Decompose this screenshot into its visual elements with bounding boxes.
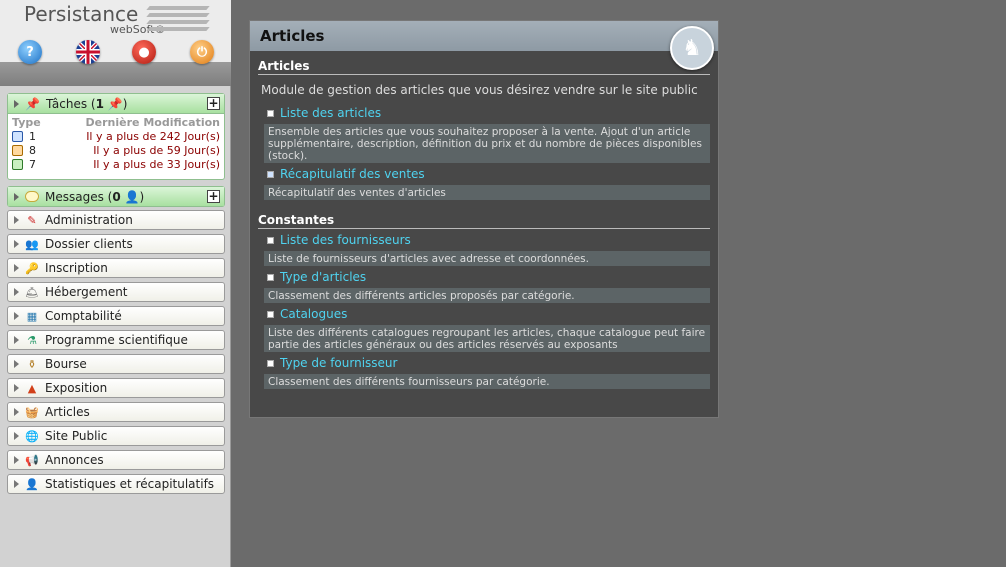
item-description: Classement des différents fournisseurs p… xyxy=(264,374,710,389)
task-type-icon xyxy=(12,144,23,156)
expand-arrow-icon xyxy=(14,216,19,224)
table-row[interactable]: 7 Il y a plus de 33 Jour(s) xyxy=(12,157,220,171)
task-type-icon xyxy=(12,130,23,142)
menu-item-bourse[interactable]: ⚱ Bourse xyxy=(7,354,225,374)
basket-icon: 🧺 xyxy=(25,405,39,419)
messages-panel[interactable]: Messages (0 👤) + xyxy=(7,186,225,207)
item-description: Ensemble des articles que vous souhaitez… xyxy=(264,124,710,163)
menu-item-comptabilite[interactable]: ▦ Comptabilité xyxy=(7,306,225,326)
section-title-articles: Articles xyxy=(258,59,710,75)
messages-title: Messages (0 👤) xyxy=(45,189,145,204)
menu-item-statistiques[interactable]: 👤 Statistiques et récapitulatifs xyxy=(7,474,225,494)
section-title-constantes: Constantes xyxy=(258,213,710,229)
expand-arrow-icon xyxy=(14,192,19,201)
menu-item-administration[interactable]: ✎ Administration xyxy=(7,210,225,230)
logout-icon[interactable]: ⏻ xyxy=(190,40,214,64)
messages-panel-header[interactable]: Messages (0 👤) + xyxy=(8,187,224,206)
articles-panel-header: Articles xyxy=(250,21,718,51)
expand-arrow-icon xyxy=(14,480,19,488)
tasks-table-header: Type Dernière Modification xyxy=(12,116,220,129)
articles-panel: Articles ♞ Articles Module de gestion de… xyxy=(249,20,719,418)
calendar-icon xyxy=(267,170,274,178)
expand-arrow-icon xyxy=(14,384,19,392)
ladybug-icon[interactable]: ● xyxy=(132,40,156,64)
bullet-icon xyxy=(267,236,274,244)
toolbar-icons: ? ● ⏻ xyxy=(0,40,231,68)
flask-icon: ⚗ xyxy=(27,333,37,347)
menu-item-articles[interactable]: 🧺 Articles xyxy=(7,402,225,422)
clients-icon: 👥 xyxy=(25,237,39,251)
link-catalogues[interactable]: Catalogues xyxy=(280,307,347,321)
tasks-panel: 📌 Tâches (1 📌) + Type Dernière Modificat… xyxy=(7,93,225,180)
item-description: Classement des différents articles propo… xyxy=(264,288,710,303)
table-row[interactable]: 1 Il y a plus de 242 Jour(s) xyxy=(12,129,220,143)
expand-arrow-icon xyxy=(14,99,19,108)
list-item: Type d'articles xyxy=(267,270,366,284)
expand-arrow-icon xyxy=(14,432,19,440)
menu-item-programme-scientifique[interactable]: ⚗ Programme scientifique xyxy=(7,330,225,350)
logo-stripes-icon xyxy=(146,6,210,34)
bullet-icon xyxy=(267,310,274,318)
tasks-table: Type Dernière Modification 1 Il y a plus… xyxy=(8,114,224,174)
page-title: Articles xyxy=(260,27,325,45)
expand-arrow-icon xyxy=(14,264,19,272)
link-liste-des-fournisseurs[interactable]: Liste des fournisseurs xyxy=(280,233,411,247)
add-message-button[interactable]: + xyxy=(207,190,220,203)
menu-item-dossier-clients[interactable]: 👥 Dossier clients xyxy=(7,234,225,254)
traffic-cone-icon: ▲ xyxy=(27,381,37,395)
list-item: Liste des articles xyxy=(267,106,381,120)
tasks-panel-header[interactable]: 📌 Tâches (1 📌) + xyxy=(8,94,224,114)
list-item: Type de fournisseur xyxy=(267,356,397,370)
item-description: Liste de fournisseurs d'articles avec ad… xyxy=(264,251,710,266)
bullet-icon xyxy=(267,273,274,281)
expand-arrow-icon xyxy=(14,360,19,368)
english-flag-icon[interactable] xyxy=(76,40,100,64)
user-stats-icon: 👤 xyxy=(25,477,39,491)
link-liste-des-articles[interactable]: Liste des articles xyxy=(280,106,381,120)
globe-icon: 🌐 xyxy=(25,429,39,443)
expand-arrow-icon xyxy=(14,336,19,344)
menu-item-site-public[interactable]: 🌐 Site Public xyxy=(7,426,225,446)
link-recapitulatif-des-ventes[interactable]: Récapitulatif des ventes xyxy=(280,167,425,181)
list-item: Récapitulatif des ventes xyxy=(267,167,425,181)
expand-arrow-icon xyxy=(14,288,19,296)
help-icon[interactable]: ? xyxy=(18,40,42,64)
menu-item-exposition[interactable]: ▲ Exposition xyxy=(7,378,225,398)
expand-arrow-icon xyxy=(14,240,19,248)
column-last-modified: Dernière Modification xyxy=(85,116,220,129)
column-type: Type xyxy=(12,116,41,129)
list-item: Catalogues xyxy=(267,307,347,321)
menu-item-annonces[interactable]: 📢 Annonces xyxy=(7,450,225,470)
sidebar: Persistance webSoft© ? ● ⏻ 📌 Tâches (1 📌… xyxy=(0,0,231,567)
list-item: Liste des fournisseurs xyxy=(267,233,411,247)
bullet-icon xyxy=(267,109,274,117)
task-type-icon xyxy=(12,158,23,170)
administration-icon: ✎ xyxy=(27,213,37,227)
table-row[interactable]: 8 Il y a plus de 59 Jour(s) xyxy=(12,143,220,157)
menu-item-inscription[interactable]: 🔑 Inscription xyxy=(7,258,225,278)
megaphone-icon: 📢 xyxy=(25,453,39,467)
pin-icon: 📌 xyxy=(25,96,40,111)
link-type-d-articles[interactable]: Type d'articles xyxy=(280,270,366,284)
message-bubble-icon xyxy=(25,191,39,202)
expand-arrow-icon xyxy=(14,408,19,416)
link-type-de-fournisseur[interactable]: Type de fournisseur xyxy=(280,356,397,370)
reception-bell-icon: 🛎 xyxy=(25,285,39,299)
item-description: Récapitulatif des ventes d'articles xyxy=(264,185,710,200)
key-icon: 🔑 xyxy=(25,261,39,275)
spreadsheet-icon: ▦ xyxy=(26,309,38,323)
tasks-title: Tâches (1 📌) xyxy=(45,96,128,111)
module-description: Module de gestion des articles que vous … xyxy=(261,83,698,97)
add-task-button[interactable]: + xyxy=(207,97,220,110)
menu-item-hebergement[interactable]: 🛎 Hébergement xyxy=(7,282,225,302)
expand-arrow-icon xyxy=(14,456,19,464)
bullet-icon xyxy=(267,359,274,367)
expand-arrow-icon xyxy=(14,312,19,320)
item-description: Liste des différents catalogues regroupa… xyxy=(264,325,710,352)
jar-icon: ⚱ xyxy=(27,357,37,371)
